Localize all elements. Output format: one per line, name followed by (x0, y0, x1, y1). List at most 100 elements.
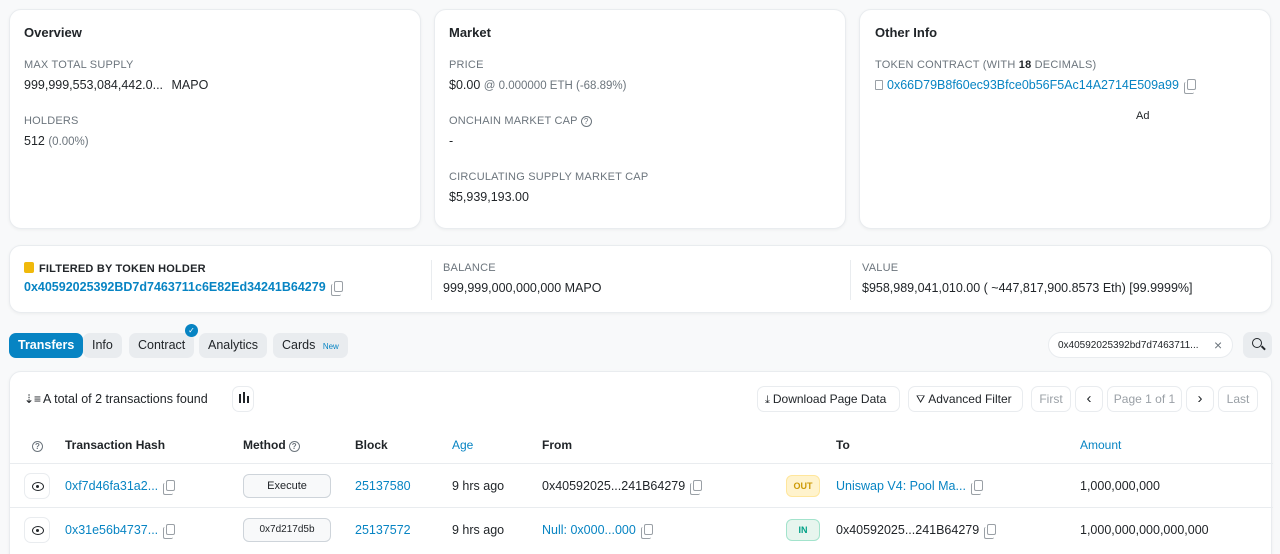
max-supply-value: 999,999,553,084,442.0... MAPO (24, 78, 208, 92)
copy-icon[interactable] (970, 480, 983, 495)
advanced-filter-button[interactable]: ⛛ Advanced Filter (908, 386, 1023, 412)
transactions-summary: A total of 2 transactions found (43, 392, 208, 406)
divider (431, 260, 432, 300)
close-icon[interactable]: × (1214, 337, 1222, 353)
col-amount[interactable]: Amount (1080, 438, 1121, 452)
tab-info[interactable]: Info (83, 333, 122, 358)
holders-count: 512 (24, 134, 45, 148)
method-badge: Execute (243, 474, 331, 498)
token-contract-row: 0x66D79B8f60ec93Bfce0b56F5Ac14A2714E509a… (875, 78, 1196, 94)
direction-badge-out: OUT (786, 475, 820, 497)
col-block: Block (355, 438, 388, 452)
sort-icon[interactable]: ⇣≡ (24, 392, 41, 406)
view-details-button[interactable] (24, 473, 50, 499)
first-page-button[interactable]: First (1031, 386, 1071, 412)
copy-icon[interactable] (330, 281, 343, 296)
verified-check-icon: ✓ (185, 324, 198, 337)
next-page-button[interactable]: › (1186, 386, 1214, 412)
help-icon: ? (32, 441, 43, 452)
max-supply-label: MAX TOTAL SUPPLY (24, 59, 134, 71)
search-button[interactable] (1243, 332, 1272, 358)
balance-value: 999,999,000,000,000 MAPO (443, 281, 602, 295)
market-card: Market PRICE $0.00 @ 0.000000 ETH (-68.8… (434, 9, 846, 229)
contract-label-prefix: TOKEN CONTRACT (WITH (875, 59, 1019, 71)
copy-icon[interactable] (1183, 79, 1196, 94)
holder-filter-chip[interactable]: 0x40592025392bd7d7463711... × (1048, 332, 1233, 358)
help-icon[interactable]: ? (288, 441, 300, 452)
price-label: PRICE (449, 59, 484, 71)
copy-icon[interactable] (690, 480, 703, 495)
tab-contract[interactable]: Contract ✓ (129, 324, 198, 358)
holders-pct: (0.00%) (48, 136, 89, 148)
block-link[interactable]: 25137580 (355, 479, 411, 493)
to-address[interactable]: Uniswap V4: Pool Ma... (836, 479, 966, 493)
filter-label-text: FILTERED BY TOKEN HOLDER (39, 263, 206, 275)
tx-hash-cell: 0x31e56b4737... (65, 523, 176, 539)
overview-title: Overview (24, 25, 82, 40)
copy-icon[interactable] (163, 480, 176, 495)
copy-icon[interactable] (163, 524, 176, 539)
search-icon-handle (1261, 345, 1266, 351)
onchain-cap-value: - (449, 134, 454, 148)
tab-contract-label: Contract (138, 338, 186, 352)
max-supply-symbol: MAPO (171, 78, 209, 92)
download-button[interactable]: ⤓ Download Page Data (757, 386, 900, 412)
tx-hash-link[interactable]: 0x31e56b4737... (65, 523, 158, 537)
other-info-card: Other Info TOKEN CONTRACT (WITH 18 DECIM… (859, 9, 1271, 229)
filter-address[interactable]: 0x40592025392BD7d7463711c6E82Ed34241B642… (24, 280, 326, 294)
to-address[interactable]: 0x40592025...241B64279 (836, 523, 979, 537)
new-badge: New (322, 342, 339, 351)
other-info-title: Other Info (875, 25, 938, 40)
circ-cap-value: $5,939,193.00 (449, 190, 529, 204)
block-link[interactable]: 25137572 (355, 523, 411, 537)
tab-cards[interactable]: Cards New (273, 333, 348, 358)
direction-badge-in: IN (786, 519, 820, 541)
value-value: $958,989,041,010.00 ( ~447,817,900.8573 … (862, 281, 1193, 295)
contract-label-suffix: DECIMALS) (1031, 59, 1097, 71)
page-indicator: Page 1 of 1 (1107, 386, 1182, 412)
holders-label: HOLDERS (24, 115, 79, 127)
from-address[interactable]: Null: 0x000...000 (542, 523, 636, 537)
download-icon: ⤓ (765, 394, 770, 406)
market-title: Market (449, 25, 491, 40)
tx-hash-link[interactable]: 0xf7d46fa31a2... (65, 479, 158, 493)
prev-page-button[interactable]: ‹ (1075, 386, 1103, 412)
filter-address-row: 0x40592025392BD7d7463711c6E82Ed34241B642… (24, 280, 343, 296)
circ-cap-label: CIRCULATING SUPPLY MARKET CAP (449, 171, 649, 183)
view-details-button[interactable] (24, 517, 50, 543)
amount-cell: 1,000,000,000 (1080, 479, 1160, 493)
file-icon (875, 80, 883, 90)
advanced-filter-label: Advanced Filter (928, 392, 1012, 406)
from-cell: Null: 0x000...000 (542, 523, 653, 539)
overview-card: Overview MAX TOTAL SUPPLY 999,999,553,08… (9, 9, 421, 229)
col-help-icon[interactable]: ? (32, 438, 43, 452)
filter-card: FILTERED BY TOKEN HOLDER 0x40592025392BD… (9, 245, 1272, 313)
amount-cell: 1,000,000,000,000,000 (1080, 523, 1209, 537)
bar-chart-icon (239, 394, 241, 403)
onchain-cap-text: ONCHAIN MARKET CAP (449, 115, 578, 127)
tab-transfers[interactable]: Transfers (9, 333, 84, 358)
tab-cards-label: Cards (282, 338, 316, 352)
copy-icon[interactable] (640, 524, 653, 539)
header-divider (10, 463, 1273, 464)
to-cell: Uniswap V4: Pool Ma... (836, 479, 983, 495)
chart-button[interactable] (232, 386, 254, 412)
download-label: Download Page Data (772, 392, 887, 406)
col-age[interactable]: Age (452, 438, 473, 452)
value-label: VALUE (862, 262, 899, 274)
col-from: From (542, 438, 572, 452)
ad-label: Ad (1136, 110, 1150, 122)
age-cell: 9 hrs ago (452, 523, 505, 537)
token-contract-address[interactable]: 0x66D79B8f60ec93Bfce0b56F5Ac14A2714E509a… (887, 78, 1179, 92)
help-icon[interactable]: ? (580, 116, 592, 127)
from-address[interactable]: 0x40592025...241B64279 (542, 479, 685, 493)
tab-analytics[interactable]: Analytics (199, 333, 268, 358)
bar-chart-icon (247, 396, 249, 403)
copy-icon[interactable] (984, 524, 997, 539)
col-to: To (836, 438, 850, 452)
last-page-button[interactable]: Last (1218, 386, 1258, 412)
contract-decimals: 18 (1018, 59, 1032, 71)
filter-icon: ⛛ (916, 394, 926, 406)
method-badge: 0x7d217d5b (243, 518, 331, 542)
price-value: $0.00 @ 0.000000 ETH (-68.89%) (449, 78, 626, 92)
